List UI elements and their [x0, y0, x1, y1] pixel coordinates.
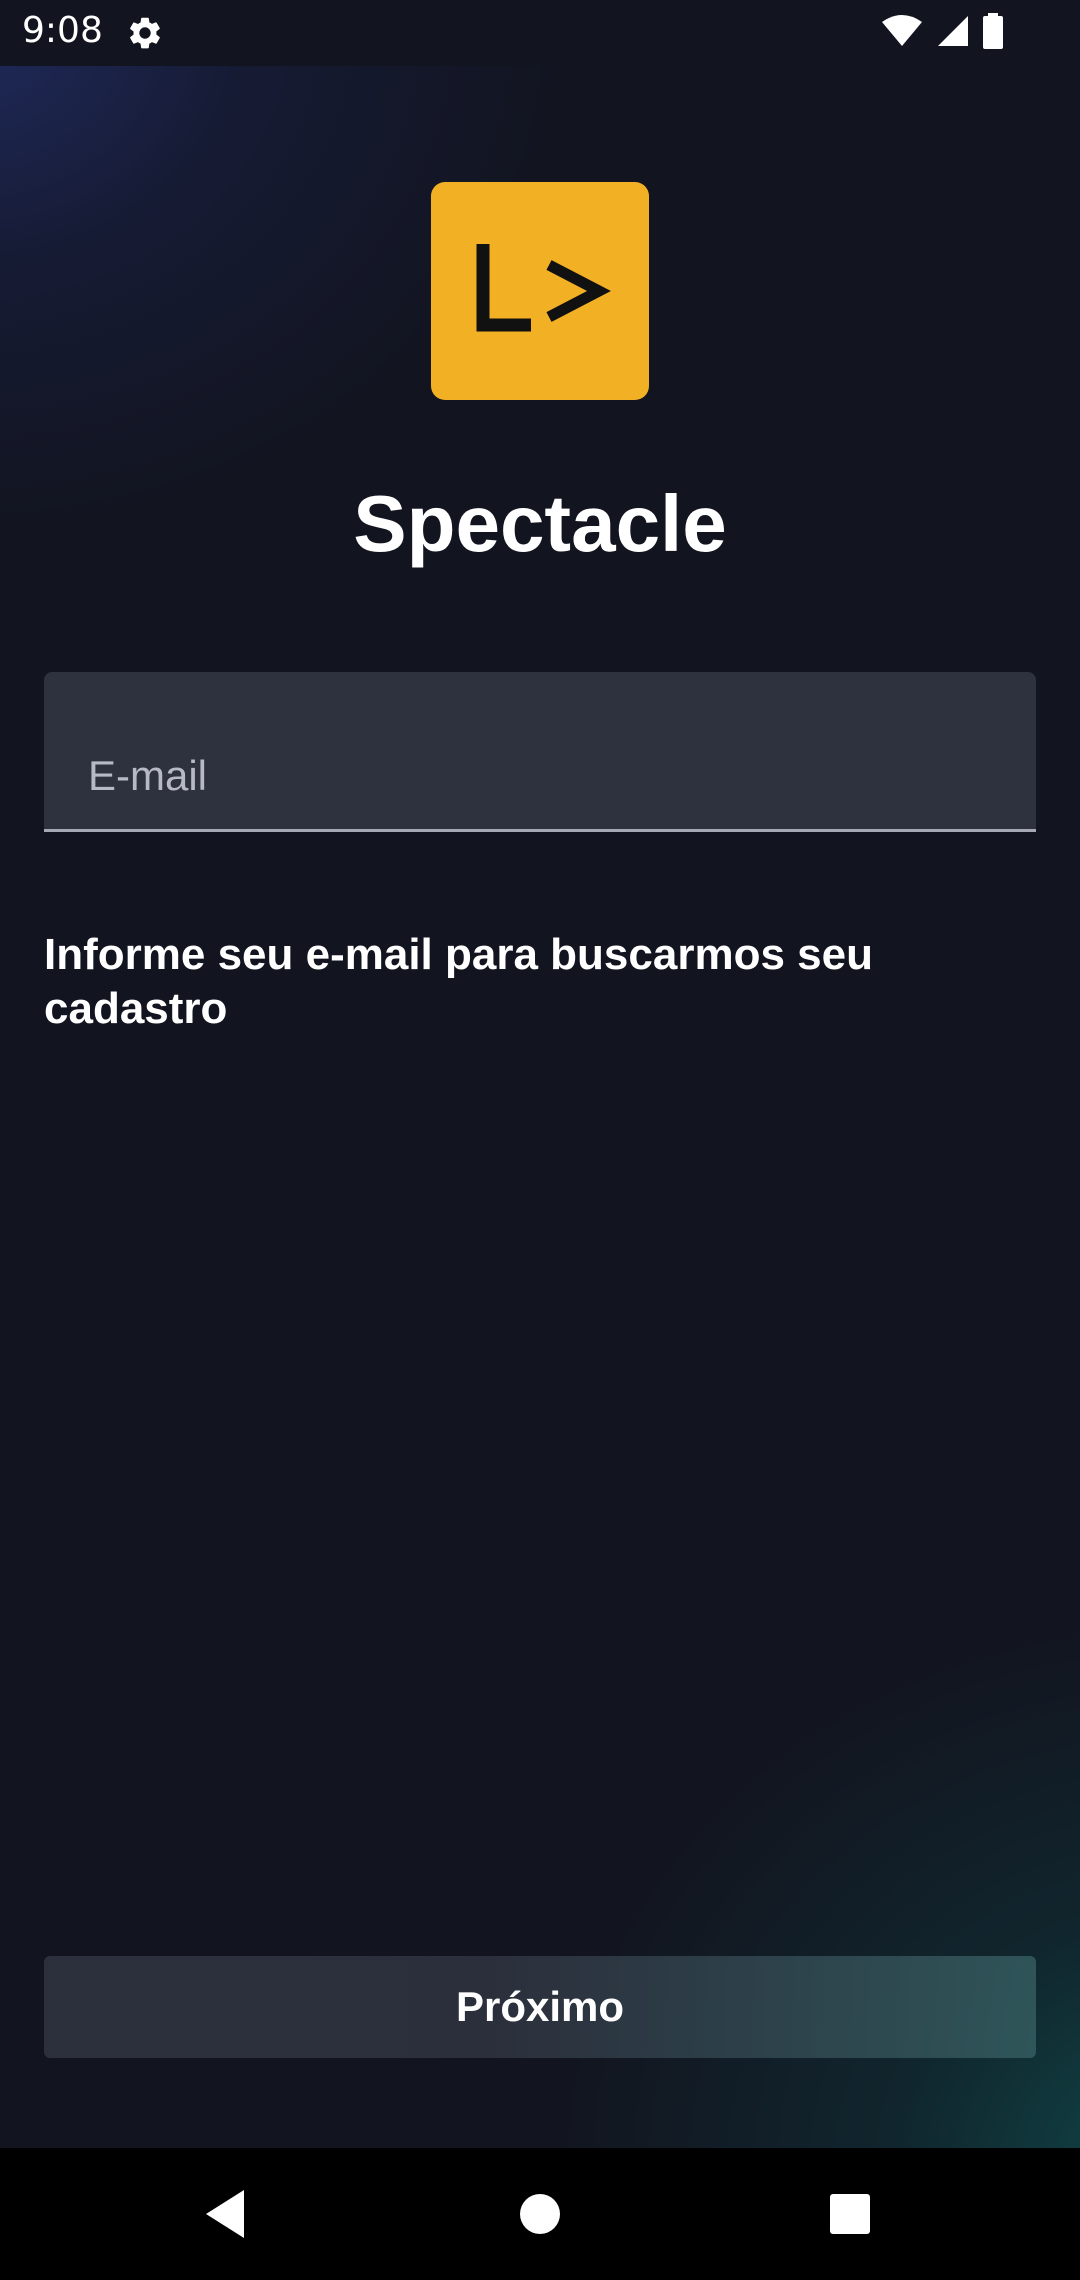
email-field[interactable] [44, 672, 1036, 832]
navigation-bar [0, 2148, 1080, 2280]
cell-signal-icon [936, 15, 968, 52]
next-button[interactable]: Próximo [44, 1956, 1036, 2058]
app-logo-icon [431, 182, 649, 400]
status-icons [882, 12, 1004, 54]
back-icon[interactable] [194, 2182, 258, 2246]
settings-gear-icon [126, 14, 164, 52]
home-icon[interactable] [508, 2182, 572, 2246]
app-content: Spectacle Informe seu e-mail para buscar… [0, 66, 1080, 2148]
recents-icon[interactable] [818, 2182, 882, 2246]
email-input[interactable] [44, 672, 1036, 829]
status-time: 9:08 [22, 10, 103, 51]
status-bar: 9:08 [0, 0, 1080, 66]
screen: 9:08 Spectacle E-mail Informe seu e-mail… [0, 0, 1080, 2280]
app-title: Spectacle [353, 479, 727, 568]
battery-icon [982, 12, 1004, 54]
wifi-icon [882, 14, 922, 52]
email-helper-text: Informe seu e-mail para buscarmos seu ca… [44, 930, 873, 1033]
